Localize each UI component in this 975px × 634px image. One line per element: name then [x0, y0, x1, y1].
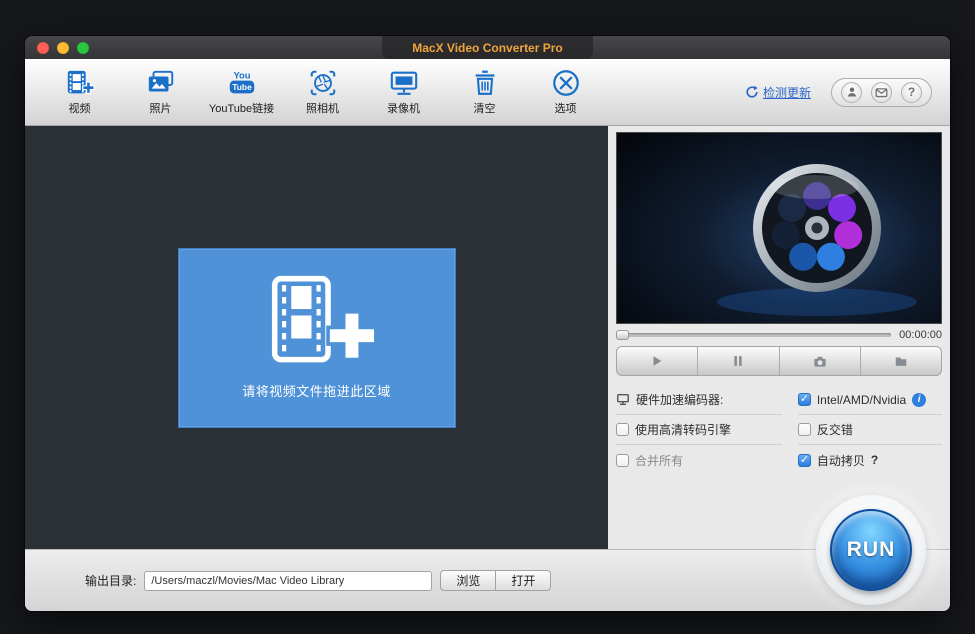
- minimize-button[interactable]: [57, 42, 69, 54]
- seek-row: 00:00:00: [616, 329, 942, 341]
- toolbar-video-button[interactable]: 视频: [39, 68, 120, 116]
- play-button[interactable]: [617, 347, 698, 375]
- window-title-tab: MacX Video Converter Pro: [382, 36, 593, 59]
- auto-copy-checkbox[interactable]: ✓: [798, 454, 811, 467]
- playback-time: 00:00:00: [899, 329, 942, 341]
- aperture-icon: [308, 68, 338, 98]
- titlebar: MacX Video Converter Pro: [25, 36, 950, 59]
- toolbar-options-button[interactable]: 选项: [525, 68, 606, 116]
- screen-recorder-icon: [389, 68, 419, 98]
- toolbar-camera-button[interactable]: 照相机: [282, 68, 363, 116]
- hw-option-checkbox[interactable]: ✓: [798, 393, 811, 406]
- drop-zone-hint: 请将视频文件拖进此区域: [242, 381, 391, 400]
- svg-text:You: You: [233, 69, 250, 80]
- merge-label: 合并所有: [635, 452, 683, 469]
- play-icon: [650, 354, 664, 368]
- help-button[interactable]: ?: [901, 82, 922, 103]
- output-dir-input[interactable]: [144, 571, 432, 591]
- video-drop-zone[interactable]: 请将视频文件拖进此区域: [178, 248, 456, 428]
- utility-button-group: ?: [831, 78, 932, 107]
- toolbar-clear-button[interactable]: 清空: [444, 68, 525, 116]
- settings-left-column: 硬件加速编码器: 使用高清转码引擎 合并所有: [616, 385, 782, 475]
- photo-icon: [146, 68, 176, 98]
- hw-accel-label: 硬件加速编码器:: [636, 391, 723, 408]
- auto-copy-row: ✓ 自动拷贝 ?: [798, 445, 942, 475]
- toolbar-youtube-button[interactable]: You Tube YouTube链接: [201, 68, 282, 116]
- close-button[interactable]: [37, 42, 49, 54]
- help-icon: ?: [908, 85, 915, 99]
- run-button-glow: RUN: [816, 495, 926, 605]
- check-update-label: 检测更新: [763, 84, 811, 101]
- hd-engine-checkbox[interactable]: [616, 423, 629, 436]
- mail-icon: [875, 86, 888, 99]
- hw-option-row: ✓ Intel/AMD/Nvidia i: [798, 385, 942, 415]
- deinterlace-checkbox[interactable]: [798, 423, 811, 436]
- preview-panel: 00:00:00: [608, 126, 950, 549]
- pause-icon: [731, 354, 745, 368]
- folder-icon: [893, 354, 909, 368]
- toolbar-camera-label: 照相机: [306, 100, 339, 116]
- toolbar-clear-label: 清空: [474, 100, 496, 116]
- account-button[interactable]: [841, 82, 862, 103]
- video-preview: [616, 132, 942, 324]
- toolbar-video-label: 视频: [69, 100, 91, 116]
- desktop-background: MacX Video Converter Pro 视频: [0, 0, 975, 634]
- settings-area: 硬件加速编码器: 使用高清转码引擎 合并所有 ✓: [616, 385, 942, 475]
- check-icon: ✓: [800, 453, 809, 466]
- auto-copy-help-icon[interactable]: ?: [871, 453, 878, 467]
- seek-bar[interactable]: [616, 333, 891, 337]
- toolbar-options-label: 选项: [555, 100, 577, 116]
- refresh-icon: [745, 85, 759, 99]
- hardware-icon: [616, 393, 630, 406]
- deinterlace-label: 反交错: [817, 421, 853, 438]
- auto-copy-label: 自动拷贝: [817, 452, 865, 469]
- trash-icon: [470, 68, 500, 98]
- merge-checkbox[interactable]: [616, 454, 629, 467]
- traffic-lights: [37, 36, 89, 59]
- film-plus-icon: [65, 68, 95, 98]
- output-buttons: 浏览 打开: [440, 570, 551, 591]
- playback-controls: [616, 346, 942, 376]
- main-content: 请将视频文件拖进此区域: [25, 126, 950, 549]
- camera-icon: [812, 354, 828, 369]
- youtube-icon: You Tube: [226, 68, 258, 98]
- toolbar-photo-button[interactable]: 照片: [120, 68, 201, 116]
- hw-option-label: Intel/AMD/Nvidia: [817, 393, 906, 407]
- output-dir-label: 输出目录:: [85, 572, 136, 589]
- user-icon: [846, 86, 858, 98]
- file-list-panel: 请将视频文件拖进此区域: [25, 126, 608, 549]
- seek-handle[interactable]: [616, 330, 629, 340]
- toolbar-recorder-button[interactable]: 录像机: [363, 68, 444, 116]
- toolbar-recorder-label: 录像机: [387, 100, 420, 116]
- info-icon[interactable]: i: [912, 393, 926, 407]
- toolbar-youtube-label: YouTube链接: [209, 100, 274, 116]
- run-button[interactable]: RUN: [830, 509, 912, 591]
- contact-button[interactable]: [871, 82, 892, 103]
- film-plus-icon: [256, 275, 378, 367]
- window-title: MacX Video Converter Pro: [412, 41, 563, 55]
- settings-right-column: ✓ Intel/AMD/Nvidia i 反交错 ✓ 自动拷贝 ?: [798, 385, 942, 475]
- check-update-link[interactable]: 检测更新: [745, 84, 811, 101]
- merge-row: 合并所有: [616, 445, 782, 475]
- open-folder-button[interactable]: [861, 347, 941, 375]
- check-icon: ✓: [800, 392, 809, 405]
- toolbar-photo-label: 照片: [150, 100, 172, 116]
- deinterlace-row: 反交错: [798, 415, 942, 445]
- snapshot-button[interactable]: [780, 347, 861, 375]
- hd-engine-row: 使用高清转码引擎: [616, 415, 782, 445]
- hd-engine-label: 使用高清转码引擎: [635, 421, 731, 438]
- pause-button[interactable]: [698, 347, 779, 375]
- zoom-button[interactable]: [77, 42, 89, 54]
- browse-button[interactable]: 浏览: [440, 570, 496, 591]
- bottom-bar: 输出目录: 浏览 打开: [25, 549, 950, 611]
- film-reel-artwork: [617, 133, 941, 323]
- hw-accel-row: 硬件加速编码器:: [616, 385, 782, 415]
- options-icon: [551, 68, 581, 98]
- toolbar: 视频 照片 You Tube YouTube链接: [25, 59, 950, 126]
- app-window: MacX Video Converter Pro 视频: [25, 36, 950, 611]
- svg-text:Tube: Tube: [232, 82, 252, 92]
- open-button[interactable]: 打开: [496, 570, 551, 591]
